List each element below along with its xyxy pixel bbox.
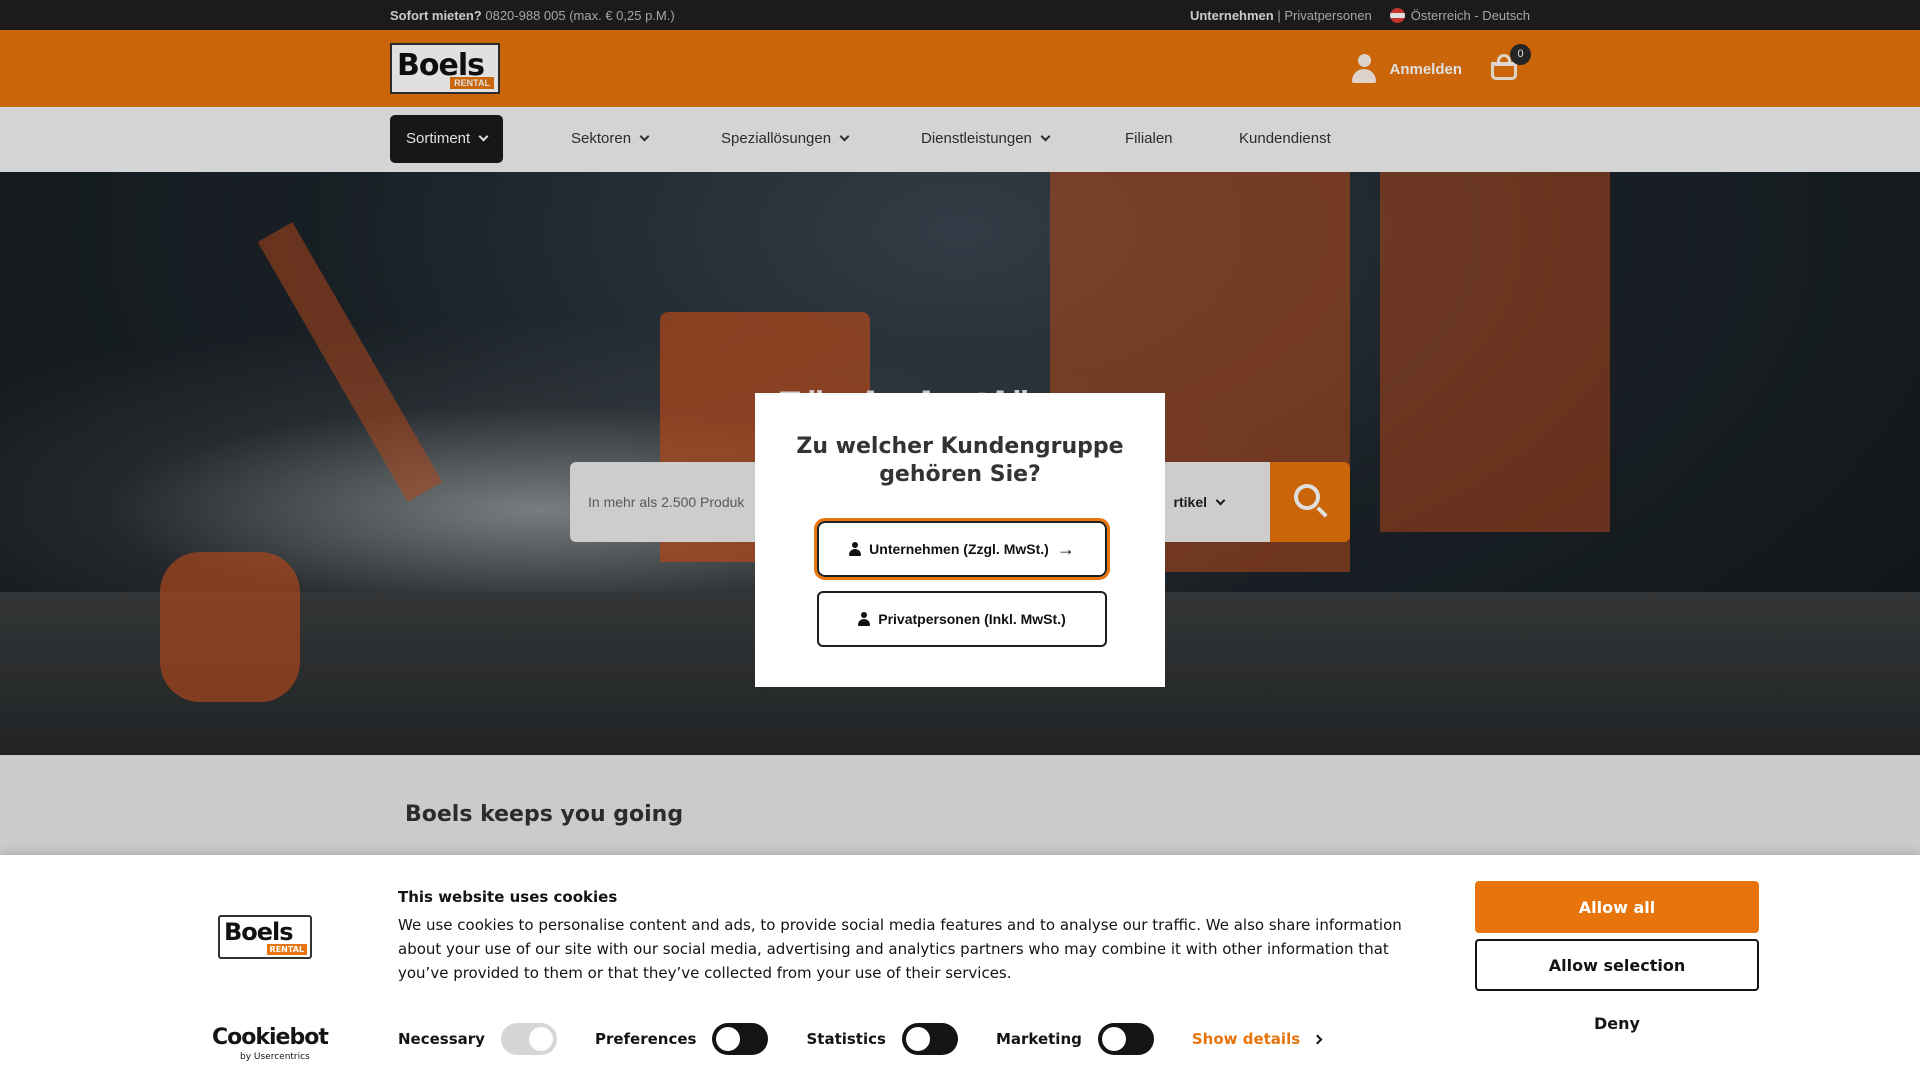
deny-button[interactable]: Deny bbox=[1475, 997, 1759, 1049]
allow-all-button[interactable]: Allow all bbox=[1475, 881, 1759, 933]
preferences-switch[interactable] bbox=[712, 1023, 769, 1055]
customer-group-modal: Zu welcher Kundengruppe gehören Sie? Unt… bbox=[755, 393, 1165, 687]
marketing-switch[interactable] bbox=[1097, 1023, 1154, 1055]
show-details-label: Show details bbox=[1191, 1030, 1301, 1048]
cookie-text: We use cookies to personalise content an… bbox=[398, 916, 1402, 982]
allow-selection-button[interactable]: Allow selection bbox=[1475, 939, 1759, 991]
cookiebot-logo[interactable]: Cookiebot bbox=[212, 1025, 329, 1050]
cookie-banner-logo: Boels RENTAL bbox=[218, 915, 312, 959]
cookie-toggles: Necessary Preferences Statistics Marketi… bbox=[398, 1023, 1323, 1055]
toggle-label: Necessary bbox=[398, 1030, 485, 1048]
toggle-necessary: Necessary bbox=[398, 1023, 557, 1055]
cookie-title: This website uses cookies bbox=[398, 888, 618, 906]
private-customer-button[interactable]: Privatpersonen (Inkl. MwSt.) bbox=[817, 591, 1107, 647]
toggle-marketing: Marketing bbox=[996, 1023, 1154, 1055]
business-button-label: Unternehmen (Zzgl. MwSt.) bbox=[869, 541, 1049, 557]
necessary-switch bbox=[500, 1023, 557, 1055]
statistics-switch[interactable] bbox=[901, 1023, 958, 1055]
show-details-link[interactable]: Show details bbox=[1191, 1030, 1323, 1048]
cookiebot-sub: by Usercentrics bbox=[240, 1052, 310, 1062]
cookie-banner: Boels RENTAL Cookiebot by Usercentrics T… bbox=[0, 855, 1920, 1080]
toggle-label: Statistics bbox=[806, 1030, 886, 1048]
arrow-right-icon: → bbox=[1056, 538, 1075, 559]
toggle-label: Preferences bbox=[594, 1030, 697, 1048]
modal-title: Zu welcher Kundengruppe gehören Sie? bbox=[796, 434, 1124, 487]
cookie-logo-sub: RENTAL bbox=[266, 944, 307, 955]
private-button-label: Privatpersonen (Inkl. MwSt.) bbox=[878, 611, 1066, 627]
person-icon bbox=[849, 542, 862, 556]
cookie-logo-word: Boels bbox=[224, 918, 294, 946]
chevron-right-icon bbox=[1312, 1034, 1323, 1044]
toggle-statistics: Statistics bbox=[806, 1023, 958, 1055]
toggle-label: Marketing bbox=[995, 1030, 1082, 1048]
business-customer-button[interactable]: Unternehmen (Zzgl. MwSt.) → bbox=[814, 518, 1110, 580]
toggle-preferences: Preferences bbox=[595, 1023, 769, 1055]
person-icon bbox=[858, 612, 871, 626]
